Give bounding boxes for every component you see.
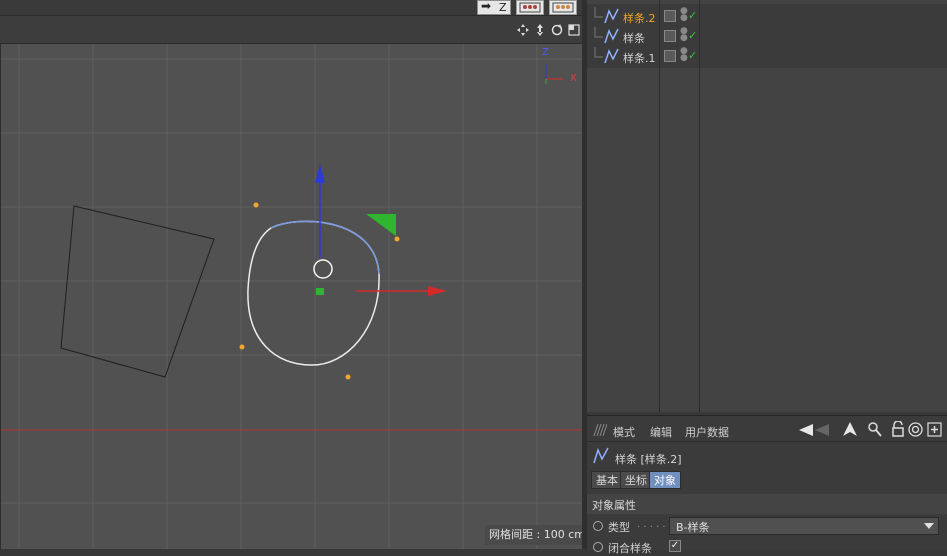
attribute-object-title: 样条 [样条.2] xyxy=(615,453,682,466)
spline-icon xyxy=(594,27,619,44)
object-row-spline-1[interactable]: 样条.1 ● ● ✓ xyxy=(587,47,947,67)
type-label: 类型 xyxy=(608,521,630,534)
closed-spline-checkbox[interactable]: ✓ xyxy=(669,540,681,552)
maximize-view-icon[interactable] xyxy=(568,24,580,36)
axis-toggle-button[interactable]: ➡ Z xyxy=(477,0,511,15)
object-row-spline[interactable]: 样条 ● ● ✓ xyxy=(587,27,947,47)
grid-spacing-readout: 网格间距 : 100 cm xyxy=(485,525,583,545)
visibility-dots-icon[interactable]: ● ● xyxy=(680,47,688,63)
rotate-view-icon[interactable] xyxy=(551,24,563,36)
spline-square[interactable] xyxy=(60,205,215,378)
visibility-dots-icon[interactable]: ● ● xyxy=(680,7,688,23)
back-arrow-icon[interactable] xyxy=(799,423,833,437)
top-toolbar: ➡ Z xyxy=(0,0,584,16)
type-leader-dots: . . . . . xyxy=(637,519,666,530)
chevron-down-icon xyxy=(924,523,934,529)
enabled-check-icon[interactable]: ✓ xyxy=(688,29,697,42)
z-axis-handle[interactable] xyxy=(366,214,396,236)
menu-user-data[interactable]: 用户数据 xyxy=(685,424,729,440)
arrow-right-icon: ➡ xyxy=(481,0,492,13)
spline-control-point[interactable] xyxy=(345,374,351,380)
tab-basic[interactable]: 基本 xyxy=(591,471,623,489)
object-row-spline-2[interactable]: 样条.2 ● ● ✓ xyxy=(587,7,947,27)
viewport-header xyxy=(0,16,584,44)
zoom-view-icon[interactable] xyxy=(534,24,546,36)
section-title: 对象属性 xyxy=(592,499,636,512)
closed-spline-radio[interactable] xyxy=(593,542,603,552)
view-axis-z-label: Z xyxy=(542,47,549,58)
enabled-check-icon[interactable]: ✓ xyxy=(688,49,697,62)
grid xyxy=(1,44,583,549)
type-dropdown[interactable]: B-样条 xyxy=(669,517,939,535)
checker-render-button-2[interactable] xyxy=(549,0,577,15)
spline-start-segment xyxy=(270,220,380,275)
layer-icon[interactable] xyxy=(664,30,676,42)
menu-edit[interactable]: 编辑 xyxy=(650,424,672,440)
grip-icon[interactable] xyxy=(593,424,607,436)
viewport[interactable]: Z X 网格间距 : 100 cm xyxy=(0,44,583,549)
object-name: 样条.2 xyxy=(623,12,656,25)
object-name: 样条.1 xyxy=(623,52,656,65)
visibility-dots-icon[interactable]: ● ● xyxy=(680,27,688,43)
move-view-icon[interactable] xyxy=(517,24,529,36)
target-icon[interactable] xyxy=(908,422,923,437)
view-axis-x-label: X xyxy=(570,73,577,84)
attribute-manager: 模式 编辑 用户数据 样条 [样条.2] 基本 坐标 对象 对象属性 类型 . … xyxy=(587,415,947,555)
lock-icon[interactable] xyxy=(891,421,905,437)
enabled-check-icon[interactable]: ✓ xyxy=(688,9,697,22)
spline-icon xyxy=(594,7,619,24)
search-icon[interactable] xyxy=(868,422,882,437)
spline-control-point[interactable] xyxy=(394,236,400,242)
axis-z-label: Z xyxy=(499,1,507,14)
checker-icon xyxy=(519,2,541,13)
spline-icon xyxy=(594,47,619,64)
menu-mode[interactable]: 模式 xyxy=(613,424,635,440)
section-header: 对象属性 xyxy=(587,494,947,514)
closed-spline-label: 闭合样条 xyxy=(608,542,652,555)
layer-icon[interactable] xyxy=(664,50,676,62)
x-axis-arrow-icon[interactable] xyxy=(428,286,447,296)
object-manager: 样条.2 ● ● ✓ 样条 ● ● ✓ 样条.1 ● ● ✓ xyxy=(587,0,947,412)
object-axis-origin[interactable] xyxy=(316,288,324,295)
object-name: 样条 xyxy=(623,32,645,45)
new-panel-icon[interactable] xyxy=(927,422,942,437)
gizmo-center-circle[interactable] xyxy=(313,259,333,279)
spline-icon xyxy=(593,447,609,464)
y-axis-arrow-icon[interactable] xyxy=(315,164,325,183)
tab-coordinates[interactable]: 坐标 xyxy=(620,471,652,489)
up-arrow-icon[interactable] xyxy=(843,422,857,437)
layer-icon[interactable] xyxy=(664,10,676,22)
checker-render-button[interactable] xyxy=(516,0,544,15)
type-dropdown-value: B-样条 xyxy=(676,521,710,534)
type-radio[interactable] xyxy=(593,521,603,531)
viewport-canvas[interactable] xyxy=(1,44,583,549)
checker-icon xyxy=(552,2,574,13)
spline-control-point[interactable] xyxy=(239,344,245,350)
spline-b-curve[interactable] xyxy=(247,220,380,366)
spline-control-point[interactable] xyxy=(253,202,259,208)
tab-object[interactable]: 对象 xyxy=(649,471,681,489)
